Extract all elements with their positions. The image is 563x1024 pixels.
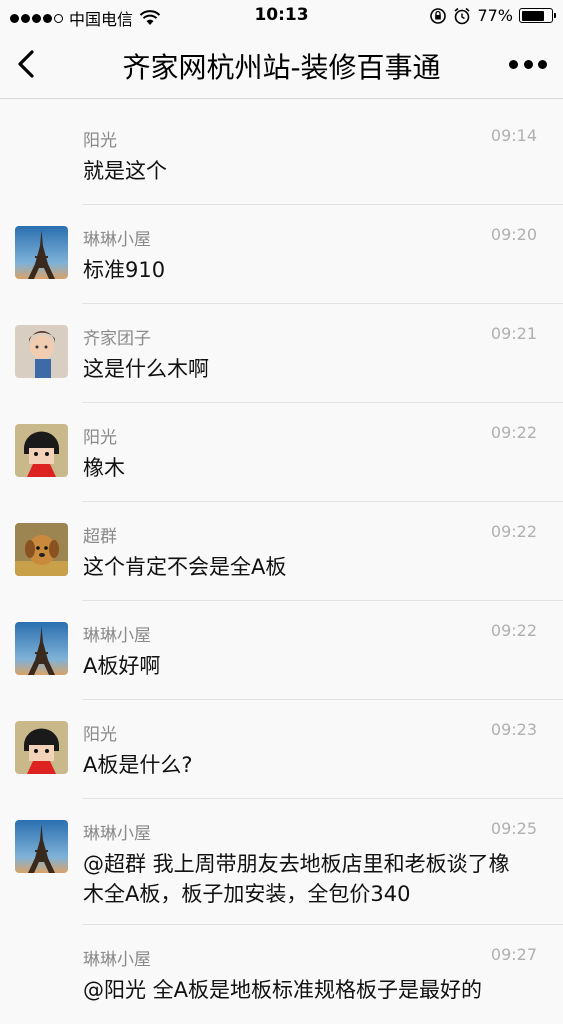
list-item[interactable]: 琳琳小屋 09:25 @超群 我上周带朋友去地板店里和老板谈了橡木全A板，板子加… — [0, 799, 563, 925]
message-list: 阳光 09:14 就是这个 琳琳小屋 09:20 标准910 齐家团子 09:2… — [0, 106, 563, 1024]
sender-name: 琳琳小屋 — [83, 230, 151, 250]
sender-name: 琳琳小屋 — [83, 824, 151, 844]
status-bar: 中国电信 10:13 77% — [0, 0, 563, 32]
avatar[interactable] — [15, 325, 68, 378]
message-time: 09:22 — [490, 621, 537, 640]
cartoon-girl-avatar-icon — [15, 721, 68, 774]
child-photo-avatar-icon — [15, 325, 68, 378]
list-item[interactable]: 阳光 09:14 就是这个 — [0, 106, 563, 205]
message-text: 标准910 — [83, 258, 166, 282]
avatar[interactable] — [15, 820, 68, 873]
list-item[interactable]: 阳光 09:22 橡木 — [0, 403, 563, 502]
avatar[interactable] — [15, 622, 68, 675]
message-time: 09:22 — [490, 522, 537, 541]
message-text: 这个肯定不会是全A板 — [83, 555, 287, 579]
sender-name: 阳光 — [83, 428, 117, 448]
avatar[interactable] — [15, 523, 68, 576]
eiffel-tower-avatar-icon — [15, 622, 68, 675]
sender-name: 齐家团子 — [83, 329, 151, 349]
message-time: 09:21 — [490, 324, 537, 343]
eiffel-tower-avatar-icon — [15, 820, 68, 873]
eiffel-tower-avatar-icon — [15, 226, 68, 279]
message-text: 就是这个 — [83, 159, 167, 183]
message-text: @阳光 全A板是地板标准规格板子是最好的 — [83, 978, 483, 1002]
message-text: 橡木 — [83, 456, 125, 480]
list-item[interactable]: 阳光 09:23 A板是什么? — [0, 700, 563, 799]
message-time: 09:27 — [490, 945, 537, 964]
rotation-lock-icon — [430, 7, 447, 24]
message-text: @超群 我上周带朋友去地板店里和老板谈了橡木全A板，板子加安装，全包价340 — [83, 852, 510, 906]
sender-name: 琳琳小屋 — [83, 626, 151, 646]
page-title: 齐家网杭州站-装修百事通 — [122, 51, 441, 84]
avatar[interactable] — [15, 721, 68, 774]
message-time: 09:20 — [490, 225, 537, 244]
battery-icon — [519, 8, 556, 23]
list-item[interactable]: 琳琳小屋 09:20 标准910 — [0, 205, 563, 304]
puppy-avatar-icon — [15, 523, 68, 576]
alarm-icon — [454, 7, 470, 24]
message-time: 09:14 — [490, 126, 537, 145]
message-time: 09:22 — [490, 423, 537, 442]
battery-percentage: 77% — [477, 6, 513, 25]
list-item[interactable]: 齐家团子 09:21 这是什么木啊 — [0, 304, 563, 403]
cartoon-girl-avatar-icon — [15, 424, 68, 477]
message-time: 09:23 — [490, 720, 537, 739]
sender-name: 阳光 — [83, 131, 117, 151]
message-text: A板是什么? — [83, 753, 193, 777]
sender-name: 阳光 — [83, 725, 117, 745]
message-text: A板好啊 — [83, 654, 161, 678]
sender-name: 琳琳小屋 — [83, 950, 151, 970]
message-time: 09:25 — [490, 819, 537, 838]
list-item[interactable]: 琳琳小屋 09:22 A板好啊 — [0, 601, 563, 700]
chevron-left-icon[interactable] — [12, 48, 40, 80]
navigation-bar: 齐家网杭州站-装修百事通 — [0, 32, 563, 99]
sender-name: 超群 — [83, 527, 117, 547]
more-horizontal-icon[interactable] — [509, 56, 547, 72]
message-text: 这是什么木啊 — [83, 357, 209, 381]
list-item[interactable]: 琳琳小屋 09:27 @阳光 全A板是地板标准规格板子是最好的 — [0, 925, 563, 1024]
avatar[interactable] — [15, 424, 68, 477]
list-item[interactable]: 超群 09:22 这个肯定不会是全A板 — [0, 502, 563, 601]
avatar[interactable] — [15, 226, 68, 279]
